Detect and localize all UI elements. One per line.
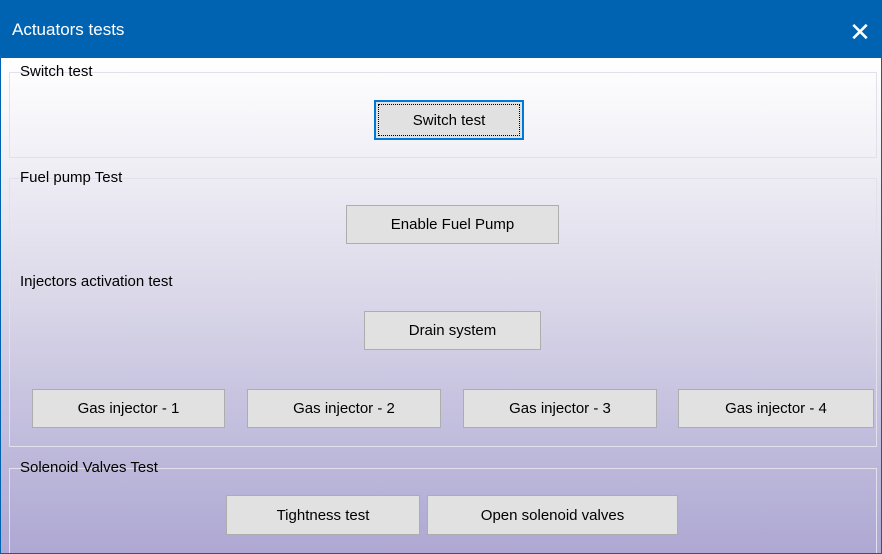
gas-injector-2-button[interactable]: Gas injector - 2 <box>247 389 441 428</box>
solenoid-group-label: Solenoid Valves Test <box>20 459 158 476</box>
tightness-test-button[interactable]: Tightness test <box>226 495 420 535</box>
gas-injector-4-button[interactable]: Gas injector - 4 <box>678 389 874 428</box>
injectors-activation-label: Injectors activation test <box>20 273 173 290</box>
switch-test-group: Switch test Switch test <box>9 63 877 158</box>
close-icon[interactable]: ✕ <box>838 12 882 52</box>
fuel-pump-group-label: Fuel pump Test <box>20 169 123 186</box>
gas-injector-1-button[interactable]: Gas injector - 1 <box>32 389 225 428</box>
window-title: Actuators tests <box>12 20 125 39</box>
fuel-pump-test-group: Fuel pump Test Enable Fuel Pump Injector… <box>9 169 877 447</box>
open-solenoid-valves-button[interactable]: Open solenoid valves <box>427 495 678 535</box>
title-bar[interactable]: Actuators tests ✕ <box>0 0 882 58</box>
switch-test-button[interactable]: Switch test <box>374 100 524 140</box>
solenoid-valves-test-group: Solenoid Valves Test Tightness test Open… <box>9 459 877 553</box>
gas-injector-3-button[interactable]: Gas injector - 3 <box>463 389 657 428</box>
dialog-content: Switch test Switch test Fuel pump Test E… <box>1 58 881 553</box>
focus-ring <box>378 104 520 136</box>
enable-fuel-pump-button[interactable]: Enable Fuel Pump <box>346 205 559 244</box>
drain-system-button[interactable]: Drain system <box>364 311 541 350</box>
switch-test-group-label: Switch test <box>20 63 93 80</box>
actuators-tests-window: Actuators tests ✕ Switch test Switch tes… <box>0 0 882 554</box>
